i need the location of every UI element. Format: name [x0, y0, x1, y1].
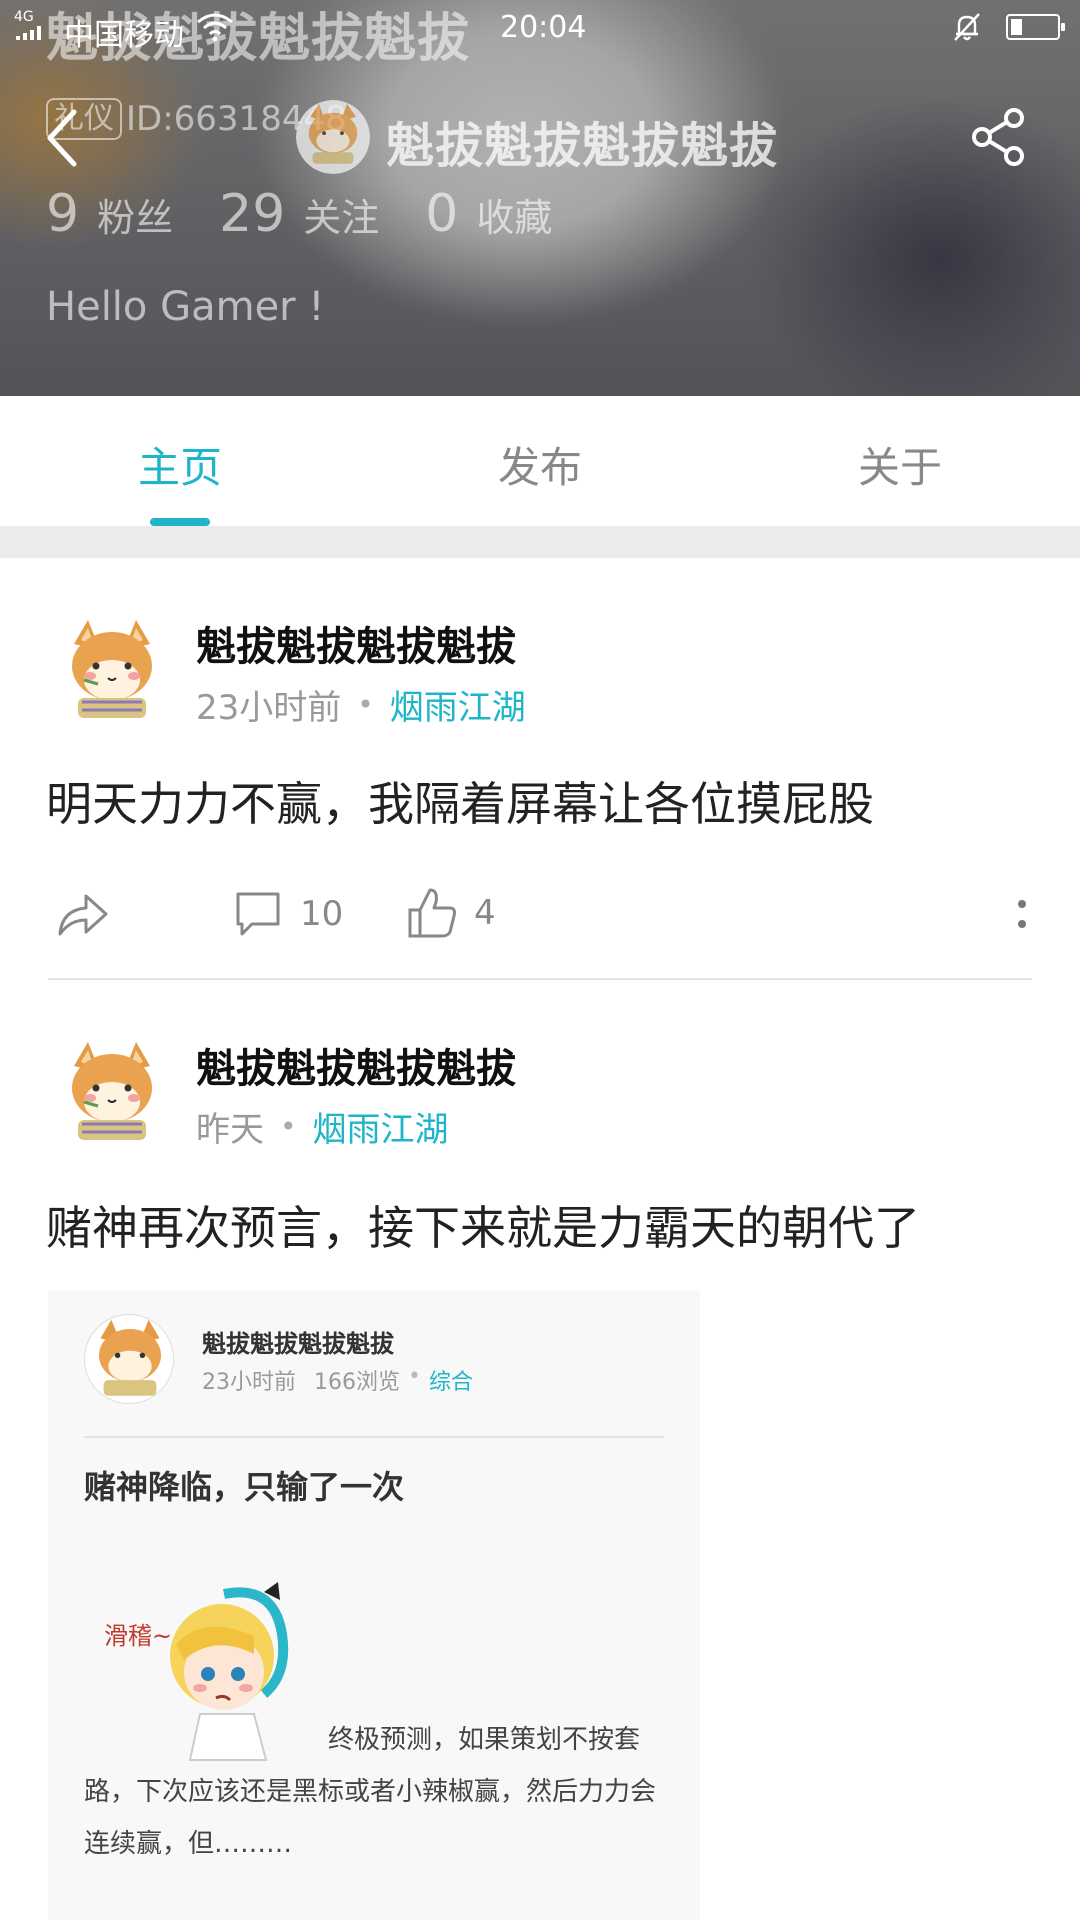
- stat-label: 收藏: [476, 196, 553, 240]
- post-content[interactable]: 赌神再次预言，接下来就是力霸天的朝代了: [46, 1192, 920, 1258]
- post-topic[interactable]: 烟雨江湖: [390, 680, 526, 729]
- stat-fans[interactable]: 9 粉丝: [46, 184, 173, 244]
- stat-number: 29: [219, 184, 286, 244]
- stat-label: 粉丝: [97, 196, 174, 240]
- clock: 20:04: [500, 10, 587, 45]
- separator-dot: •: [280, 1110, 297, 1143]
- embed-author-avatar: [84, 1314, 174, 1404]
- wifi-icon: [197, 13, 233, 42]
- post-time: 23小时前: [196, 688, 342, 728]
- separator-dot: •: [357, 688, 374, 721]
- post-meta: 23小时前 • 烟雨江湖: [196, 680, 526, 729]
- profile-header: 魁拔魁拔魁拔魁拔 4G 中国移动 20:04 礼仪 ID:66318448 魁拔…: [0, 0, 1080, 396]
- header-username: 魁拔魁拔魁拔魁拔: [386, 118, 779, 174]
- stat-following[interactable]: 29 关注: [219, 184, 379, 244]
- header-nav-row: 礼仪 ID:66318448 魁拔魁拔魁拔魁拔: [0, 90, 1080, 186]
- comment-icon: [236, 892, 280, 936]
- embed-author-name: 魁拔魁拔魁拔魁拔: [202, 1330, 394, 1358]
- back-button[interactable]: [40, 106, 90, 170]
- embed-divider: [84, 1436, 664, 1438]
- stat-favorites[interactable]: 0 收藏: [425, 184, 552, 244]
- author-name[interactable]: 魁拔魁拔魁拔魁拔: [196, 614, 516, 672]
- comment-button[interactable]: 10: [232, 888, 343, 940]
- tab-home[interactable]: 主页: [90, 434, 270, 495]
- author-avatar[interactable]: [54, 1036, 170, 1152]
- post-content[interactable]: 明天力力不赢，我隔着屏幕让各位摸屁股: [46, 768, 874, 834]
- stat-number: 0: [425, 184, 459, 244]
- shiba-avatar-icon: [296, 100, 370, 174]
- tab-about[interactable]: 关于: [810, 434, 990, 495]
- embedded-post-card[interactable]: 魁拔魁拔魁拔魁拔 23小时前 166浏览 • 综合 赌神降临，只输了一次 滑稽~…: [48, 1290, 700, 1920]
- more-vertical-icon: [1018, 900, 1026, 928]
- shiba-avatar-icon: [54, 614, 170, 730]
- network-type: 4G: [14, 9, 34, 25]
- separator-dot: •: [408, 1364, 421, 1389]
- stat-number: 9: [46, 184, 80, 244]
- embed-topic: 综合: [428, 1370, 473, 1395]
- sticker-text: 滑稽~: [104, 1622, 172, 1650]
- status-bar: 4G 中国移动 20:04: [0, 0, 1080, 60]
- author-name[interactable]: 魁拔魁拔魁拔魁拔: [196, 1036, 516, 1094]
- post-topic[interactable]: 烟雨江湖: [313, 1102, 449, 1151]
- tab-publish[interactable]: 发布: [450, 434, 630, 495]
- share-arrow-icon: [58, 894, 108, 936]
- battery-icon: [1006, 14, 1065, 40]
- embed-body: 终极预测，如果策划不按套路，下次应该还是黑标或者小辣椒赢，然后力力会连续赢，但……: [84, 1725, 657, 1859]
- embed-time: 23小时前: [202, 1370, 296, 1395]
- post-time: 昨天: [196, 1110, 264, 1150]
- stat-label: 关注: [303, 196, 380, 240]
- share-button[interactable]: [968, 106, 1030, 168]
- like-button[interactable]: 4: [406, 886, 496, 940]
- mute-bell-icon: [954, 13, 980, 41]
- author-avatar[interactable]: [54, 614, 170, 730]
- embed-views: 166浏览: [314, 1370, 400, 1395]
- header-avatar: [296, 100, 370, 174]
- tab-bar: 主页 发布 关于: [0, 396, 1080, 526]
- more-options-button[interactable]: [1010, 890, 1034, 940]
- carrier-name: 中国移动: [64, 18, 184, 53]
- active-tab-indicator: [150, 518, 210, 526]
- post-card[interactable]: 魁拔魁拔魁拔魁拔 昨天 • 烟雨江湖 赌神再次预言，接下来就是力霸天的朝代了 魁…: [0, 980, 1080, 1920]
- comment-count: 10: [300, 894, 344, 934]
- signal-icon: [16, 26, 44, 40]
- post-meta: 昨天 • 烟雨江湖: [196, 1102, 449, 1151]
- stats-row: 9 粉丝 29 关注 0 收藏: [46, 184, 598, 248]
- share-post-button[interactable]: [54, 890, 110, 940]
- post-actions: 10 4: [0, 878, 1080, 958]
- like-count: 4: [474, 893, 496, 933]
- thumbs-up-icon: [408, 888, 456, 938]
- profile-bio: Hello Gamer !: [46, 284, 325, 330]
- embed-meta: 23小时前 166浏览 • 综合: [202, 1364, 473, 1396]
- embed-title: 赌神降临，只输了一次: [84, 1468, 405, 1506]
- post-card[interactable]: 魁拔魁拔魁拔魁拔 23小时前 • 烟雨江湖 明天力力不赢，我隔着屏幕让各位摸屁股…: [0, 558, 1080, 980]
- shiba-avatar-icon: [85, 1315, 173, 1403]
- section-gap: [0, 526, 1080, 558]
- shiba-avatar-icon: [54, 1036, 170, 1152]
